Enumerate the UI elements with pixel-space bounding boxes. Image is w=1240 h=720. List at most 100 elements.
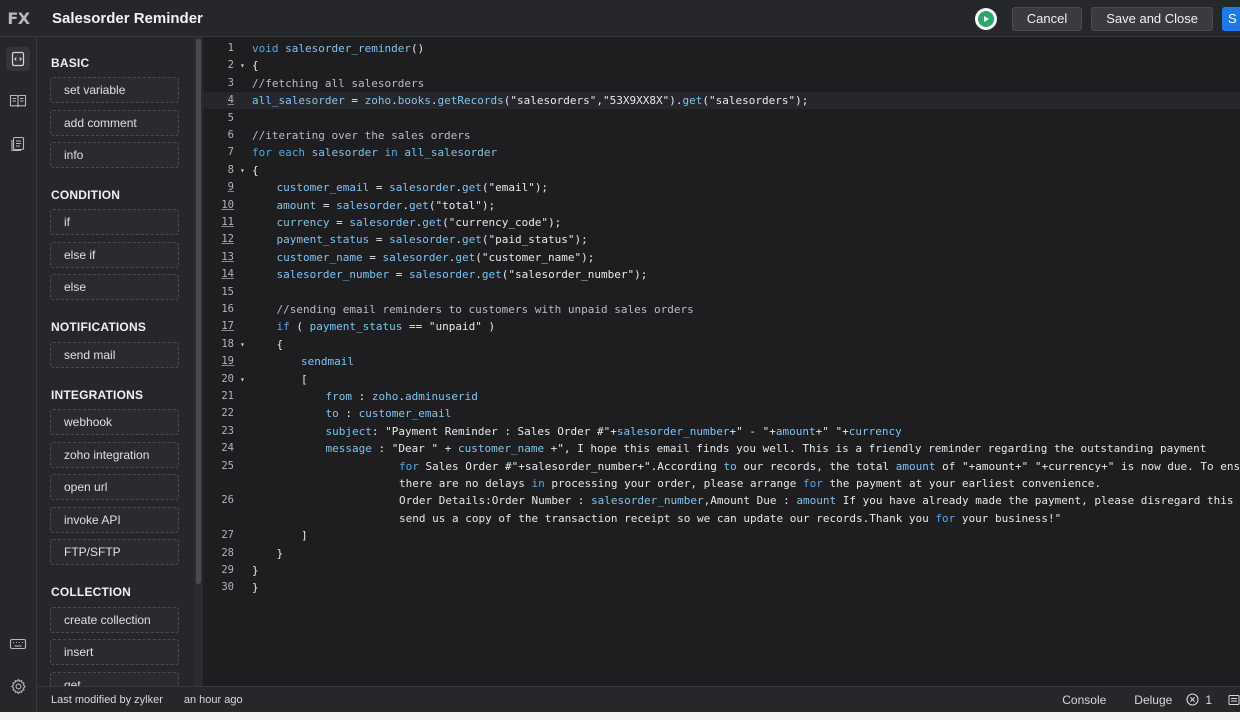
- fold-toggle-icon[interactable]: ▾: [240, 371, 245, 388]
- code-line[interactable]: 16 //sending email reminders to customers…: [203, 301, 1240, 318]
- panel-scrollbar[interactable]: [194, 37, 203, 686]
- snippet-set-variable[interactable]: set variable: [50, 77, 179, 103]
- snippet-invoke-api[interactable]: invoke API: [50, 507, 179, 533]
- line-number: 24: [221, 442, 234, 455]
- code-line[interactable]: 7 for each salesorder in all_salesorder: [203, 144, 1240, 161]
- fold-toggle-icon[interactable]: ▾: [240, 57, 245, 74]
- code-line[interactable]: 24 message : "Dear " + customer_name +", …: [203, 440, 1240, 457]
- line-number: 9: [227, 181, 234, 194]
- code-line[interactable]: 4 all_salesorder = zoho.books.getRecords(…: [203, 92, 1240, 110]
- code-line[interactable]: 22 to : customer_email: [203, 405, 1240, 422]
- line-number: 8: [227, 163, 234, 176]
- save-button[interactable]: S: [1222, 6, 1240, 31]
- code-line[interactable]: 13 customer_name = salesorder.get("custom…: [203, 249, 1240, 266]
- line-number: 6: [227, 129, 234, 141]
- snippet-zoho-integration[interactable]: zoho integration: [50, 442, 179, 468]
- code-line[interactable]: 15: [203, 284, 1240, 301]
- play-icon: [977, 10, 994, 27]
- snippet-ftp-sftp[interactable]: FTP/SFTP: [50, 539, 179, 565]
- code-text: customer_email = salesorder.get("email")…: [276, 181, 549, 195]
- line-number: 7: [227, 146, 234, 159]
- code-line[interactable]: 9 customer_email = salesorder.get("email"…: [203, 179, 1240, 196]
- snippet-send-mail[interactable]: send mail: [50, 342, 179, 368]
- line-number: 27: [221, 529, 234, 542]
- code-line[interactable]: 19 sendmail: [203, 353, 1240, 370]
- list-doc-icon[interactable]: [6, 132, 30, 156]
- bottom-strip: [0, 712, 1240, 720]
- code-text: }: [276, 546, 284, 560]
- code-text: message : "Dear " + customer_name +", I …: [325, 442, 1207, 456]
- last-modified-time: an hour ago: [183, 693, 243, 706]
- code-text: ]: [301, 529, 308, 543]
- snippet-else[interactable]: else: [50, 274, 179, 300]
- line-number: 2: [227, 59, 234, 72]
- line-number: 16: [221, 303, 234, 315]
- code-text: send us a copy of the transaction receip…: [399, 511, 1062, 525]
- snippet-add-comment[interactable]: add comment: [50, 110, 179, 136]
- code-line[interactable]: 1 void salesorder_reminder(): [203, 40, 1240, 57]
- code-line[interactable]: there are no delays in processing your o…: [203, 475, 1240, 492]
- settings-gear-icon[interactable]: [6, 674, 30, 698]
- line-number: 4: [227, 94, 234, 107]
- snippet-info[interactable]: info: [50, 142, 179, 168]
- snippet-panel: BASIC set variable add comment info COND…: [37, 37, 194, 686]
- code-line[interactable]: 26 Order Details:Order Number : salesorde…: [203, 492, 1240, 509]
- error-icon[interactable]: [1186, 693, 1199, 706]
- code-line[interactable]: 11 currency = salesorder.get("currency_co…: [203, 214, 1240, 231]
- code-line[interactable]: 30}: [203, 579, 1240, 596]
- code-line[interactable]: send us a copy of the transaction receip…: [203, 510, 1240, 527]
- code-text: Order Details:Order Number : salesorder_…: [399, 494, 1234, 508]
- code-line[interactable]: 3 //fetching all salesorders: [203, 75, 1240, 92]
- deluge-tab[interactable]: Deluge: [1134, 693, 1172, 707]
- snippets-book-icon[interactable]: [6, 89, 30, 113]
- line-number: 26: [221, 494, 234, 507]
- code-line[interactable]: 29}: [203, 562, 1240, 579]
- code-line[interactable]: 20 ▾ [: [203, 371, 1240, 388]
- code-line[interactable]: 27]: [203, 527, 1240, 544]
- cancel-button[interactable]: Cancel: [1011, 6, 1083, 31]
- code-text: there are no delays in processing your o…: [399, 477, 1102, 490]
- line-number: 21: [221, 390, 234, 402]
- code-text: for Sales Order #"+salesorder_number+".A…: [399, 459, 1240, 473]
- code-text: //sending email reminders to customers w…: [276, 303, 694, 316]
- snippet-open-url[interactable]: open url: [50, 474, 179, 500]
- line-number: 14: [221, 268, 234, 281]
- snippet-insert[interactable]: insert: [50, 639, 179, 665]
- save-and-close-button[interactable]: Save and Close: [1091, 6, 1213, 31]
- header-actions: Cancel Save and Close S: [974, 0, 1240, 37]
- section-title-condition: CONDITION: [51, 188, 121, 202]
- snippet-create-collection[interactable]: create collection: [50, 607, 179, 633]
- fold-toggle-icon[interactable]: ▾: [240, 162, 245, 179]
- code-line[interactable]: 5: [203, 110, 1240, 127]
- code-line[interactable]: 25 for Sales Order #"+salesorder_number+"…: [203, 458, 1240, 475]
- code-editor[interactable]: 1 void salesorder_reminder() 2 ▾ {3 //fetchin…: [203, 37, 1240, 686]
- code-line[interactable]: 8 ▾ {: [203, 162, 1240, 179]
- run-button[interactable]: [974, 7, 997, 30]
- snippet-else-if[interactable]: else if: [50, 242, 179, 268]
- snippet-if[interactable]: if: [50, 209, 179, 235]
- code-line[interactable]: 17 if ( payment_status == "unpaid" ): [203, 318, 1240, 335]
- console-tab[interactable]: Console: [1062, 693, 1106, 707]
- code-line[interactable]: 12 payment_status = salesorder.get("paid_…: [203, 231, 1240, 248]
- code-line[interactable]: 6 //iterating over the sales orders: [203, 127, 1240, 144]
- snippet-get[interactable]: get: [50, 672, 179, 686]
- code-line[interactable]: 21 from : zoho.adminuserid: [203, 388, 1240, 405]
- panel-scrollbar-thumb[interactable]: [196, 39, 201, 584]
- code-line[interactable]: 28}: [203, 545, 1240, 562]
- snippet-webhook[interactable]: webhook: [50, 409, 179, 435]
- section-title-notifications: NOTIFICATIONS: [51, 320, 147, 334]
- keyboard-icon[interactable]: [6, 632, 30, 656]
- code-text: if ( payment_status == "unpaid" ): [276, 320, 496, 334]
- line-number: 10: [221, 198, 234, 211]
- code-file-icon[interactable]: [6, 47, 30, 71]
- line-number: 22: [221, 407, 234, 420]
- panel-toggle-icon[interactable]: [1228, 694, 1240, 706]
- fold-toggle-icon[interactable]: ▾: [240, 336, 245, 353]
- code-line[interactable]: 18 ▾ {: [203, 336, 1240, 353]
- code-line[interactable]: 14 salesorder_number = salesorder.get("sa…: [203, 266, 1240, 283]
- code-text: salesorder_number = salesorder.get("sale…: [276, 268, 648, 282]
- code-line[interactable]: 10 amount = salesorder.get("total");: [203, 197, 1240, 214]
- section-title-basic: BASIC: [51, 56, 90, 70]
- code-line[interactable]: 23 subject: "Payment Reminder : Sales Ord…: [203, 423, 1240, 440]
- code-line[interactable]: 2 ▾ {: [203, 57, 1240, 74]
